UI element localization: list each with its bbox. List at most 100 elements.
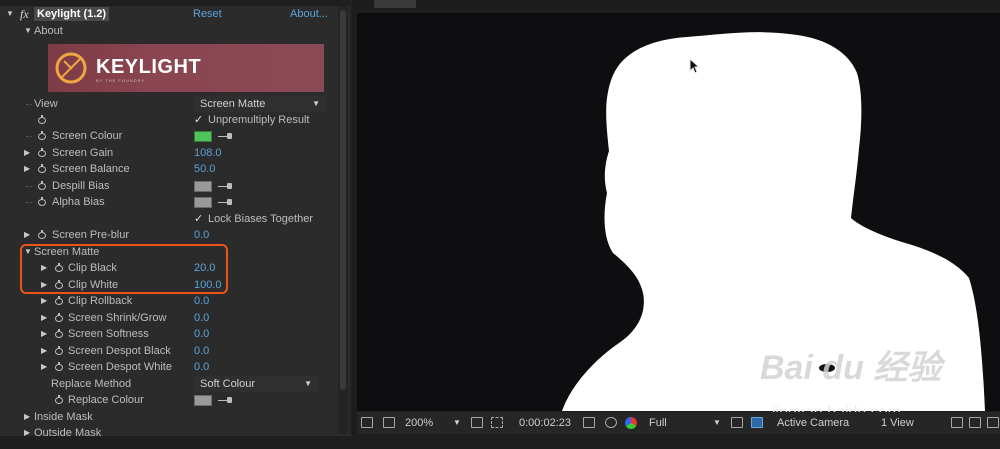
expand-triangle-icon[interactable]: ▶: [24, 145, 30, 161]
screen-gain-value[interactable]: 108.0: [194, 145, 222, 161]
expand-triangle-icon[interactable]: ▶: [24, 161, 30, 177]
effect-header-row[interactable]: ▼ fx Keylight (1.2) Reset About...: [0, 6, 336, 22]
eyedropper-icon[interactable]: [218, 197, 234, 207]
stopwatch-icon[interactable]: [36, 147, 48, 159]
screen-softness-value[interactable]: 0.0: [194, 326, 209, 342]
stopwatch-icon[interactable]: [53, 312, 65, 324]
screen-gain-label: Screen Gain: [52, 147, 114, 159]
lock-biases-checkbox[interactable]: ✓: [194, 213, 206, 225]
unpremultiply-checkbox[interactable]: ✓: [194, 114, 206, 126]
fx-icon[interactable]: fx: [20, 6, 29, 22]
alpha-bias-swatch[interactable]: [194, 197, 212, 208]
collapse-triangle-icon[interactable]: ▼: [6, 6, 14, 22]
monitor-icon[interactable]: [383, 417, 395, 428]
screen-preblur-value[interactable]: 0.0: [194, 227, 209, 243]
resolution-dropdown-chevron-icon[interactable]: ▼: [713, 412, 721, 434]
resolution-value[interactable]: Full: [649, 412, 667, 434]
replace-method-value: Soft Colour: [200, 378, 256, 390]
view-dropdown-value: Screen Matte: [200, 98, 266, 110]
toggle-pixel-aspect-icon[interactable]: [951, 417, 963, 428]
zoom-level[interactable]: 200%: [405, 412, 433, 434]
screen-shrink-grow-row: ▶ Screen Shrink/Grow 0.0: [0, 310, 336, 326]
stopwatch-icon[interactable]: [36, 130, 48, 142]
mouse-cursor-icon: [689, 58, 701, 74]
expand-triangle-icon[interactable]: ▶: [24, 409, 30, 425]
viewer-options-icon[interactable]: [987, 417, 999, 428]
expand-triangle-icon[interactable]: ▶: [41, 343, 47, 359]
view-layout-select[interactable]: 1 View: [881, 412, 914, 434]
inside-mask-label: Inside Mask: [34, 411, 93, 423]
screen-balance-value[interactable]: 50.0: [194, 161, 215, 177]
screen-softness-label: Screen Softness: [68, 328, 149, 340]
eyedropper-icon[interactable]: [218, 395, 234, 405]
screen-balance-row: ▶ Screen Balance 50.0: [0, 161, 336, 177]
stopwatch-icon[interactable]: [36, 229, 48, 241]
tree-dots: [26, 104, 32, 105]
chevron-down-icon: ▼: [312, 99, 320, 108]
expand-triangle-icon[interactable]: ▶: [24, 227, 30, 243]
logo-subtext: BY THE FOUNDRY: [96, 78, 146, 83]
expand-triangle-icon[interactable]: ▶: [41, 293, 47, 309]
eyedropper-icon[interactable]: [218, 131, 234, 141]
fit-icon[interactable]: [471, 417, 483, 428]
zoom-dropdown-chevron-icon[interactable]: ▼: [453, 412, 461, 434]
stopwatch-icon[interactable]: [53, 345, 65, 357]
screen-softness-row: ▶ Screen Softness 0.0: [0, 326, 336, 342]
stopwatch-icon[interactable]: [36, 180, 48, 192]
replace-method-row: Replace Method Soft Colour ▼: [0, 376, 336, 392]
view-dropdown[interactable]: Screen Matte ▼: [194, 96, 326, 112]
stopwatch-icon[interactable]: [36, 196, 48, 208]
about-group-row[interactable]: ▼ About: [0, 23, 336, 39]
screen-shrink-grow-label: Screen Shrink/Grow: [68, 312, 167, 324]
stopwatch-icon[interactable]: [36, 114, 48, 126]
expand-triangle-icon[interactable]: ▶: [41, 310, 47, 326]
reset-exposure-icon[interactable]: [969, 417, 981, 428]
panel-scrollbar-thumb[interactable]: [340, 10, 346, 390]
outside-mask-row[interactable]: ▶ Outside Mask: [0, 425, 336, 436]
stopwatch-icon[interactable]: [36, 163, 48, 175]
screen-balance-label: Screen Balance: [52, 163, 130, 175]
expand-triangle-icon[interactable]: ▶: [41, 326, 47, 342]
show-snapshot-icon[interactable]: [605, 417, 617, 428]
viewer-tab[interactable]: [374, 0, 416, 8]
replace-colour-swatch[interactable]: [194, 395, 212, 406]
stopwatch-icon[interactable]: [53, 328, 65, 340]
stopwatch-icon[interactable]: [53, 361, 65, 373]
always-preview-icon[interactable]: [361, 417, 373, 428]
viewer-toolbar: 200% ▼ 0:00:02:23 Full ▼ Active Camera 1…: [357, 412, 1000, 434]
screen-shrink-grow-value[interactable]: 0.0: [194, 310, 209, 326]
screen-despot-white-value[interactable]: 0.0: [194, 359, 209, 375]
despill-bias-label: Despill Bias: [52, 180, 110, 192]
unpremultiply-row: ✓ Unpremultiply Result: [0, 112, 336, 128]
color-channel-icon[interactable]: [625, 417, 637, 429]
transparency-grid-icon[interactable]: [751, 417, 763, 428]
eyedropper-icon[interactable]: [218, 181, 234, 191]
about-link[interactable]: About...: [290, 6, 328, 22]
clip-rollback-value[interactable]: 0.0: [194, 293, 209, 309]
camera-snapshot-icon[interactable]: [583, 417, 595, 428]
effect-name[interactable]: Keylight (1.2): [34, 7, 110, 21]
timecode[interactable]: 0:00:02:23: [519, 412, 571, 434]
replace-method-dropdown[interactable]: Soft Colour ▼: [194, 376, 318, 392]
expand-triangle-icon[interactable]: ▶: [41, 359, 47, 375]
expand-triangle-icon[interactable]: ▶: [24, 425, 30, 436]
replace-colour-label: Replace Colour: [68, 394, 144, 406]
collapse-triangle-icon[interactable]: ▼: [24, 23, 32, 39]
tree-dots: [26, 186, 32, 187]
screen-gain-row: ▶ Screen Gain 108.0: [0, 145, 336, 161]
screen-colour-row: Screen Colour: [0, 128, 336, 144]
screen-despot-black-value[interactable]: 0.0: [194, 343, 209, 359]
reset-link[interactable]: Reset: [193, 6, 222, 22]
fast-preview-icon[interactable]: [731, 417, 743, 428]
inside-mask-row[interactable]: ▶ Inside Mask: [0, 409, 336, 425]
view-label: View: [34, 98, 58, 110]
stopwatch-icon[interactable]: [53, 394, 65, 406]
region-of-interest-icon[interactable]: [491, 417, 503, 428]
camera-select[interactable]: Active Camera: [777, 412, 849, 434]
screen-colour-swatch[interactable]: [194, 131, 212, 142]
stopwatch-icon[interactable]: [53, 295, 65, 307]
bottom-panel-strip: [0, 436, 1000, 449]
despill-bias-swatch[interactable]: [194, 181, 212, 192]
screen-despot-white-label: Screen Despot White: [68, 361, 172, 373]
alpha-bias-label: Alpha Bias: [52, 196, 105, 208]
